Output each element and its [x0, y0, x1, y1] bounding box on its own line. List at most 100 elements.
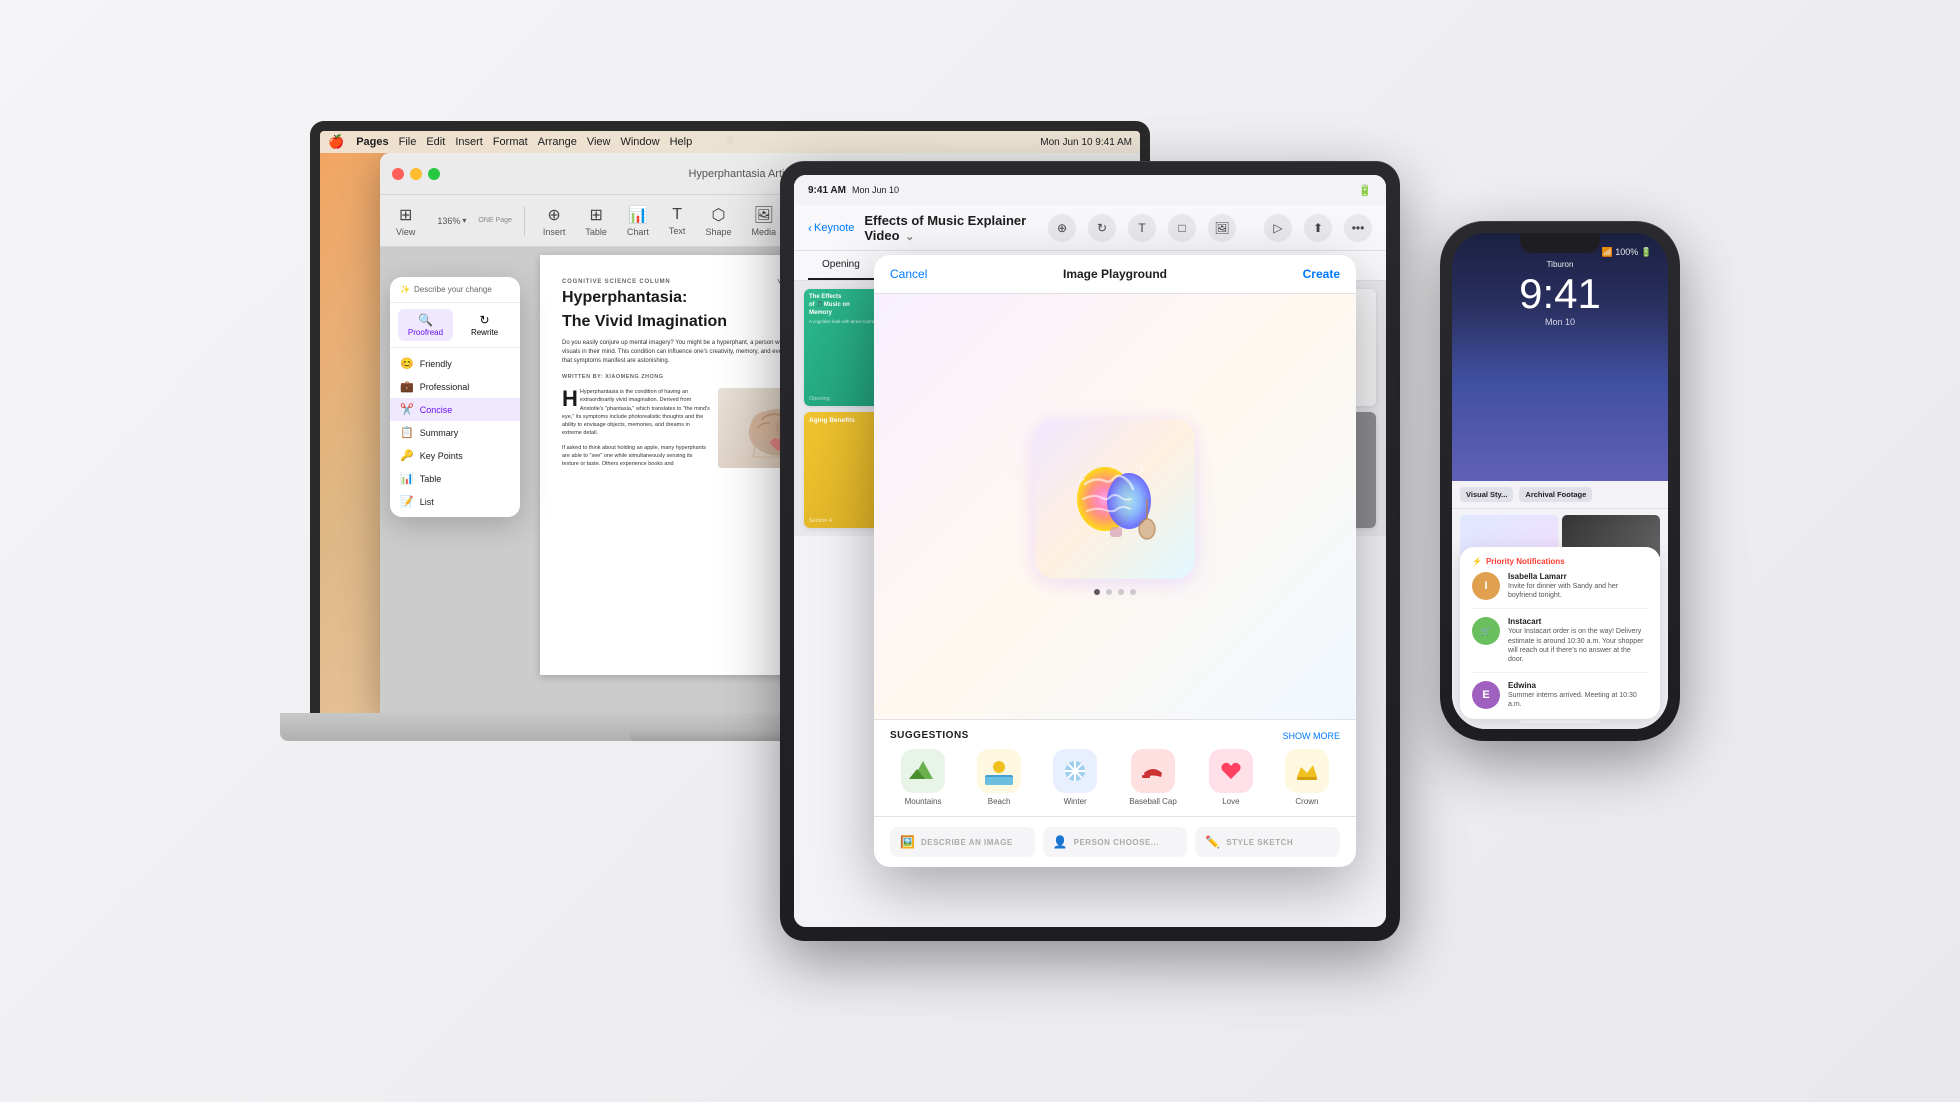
professional-icon: 💼: [400, 380, 414, 393]
shape-icon: ⬡: [711, 205, 725, 225]
iphone-time: 9:41: [1452, 273, 1668, 315]
ai-option-professional[interactable]: 💼 Professional: [390, 375, 520, 398]
nav-icon-4[interactable]: □: [1168, 214, 1196, 242]
nav-icon-play[interactable]: ▷: [1264, 214, 1292, 242]
toolbar-table[interactable]: ⊞ Table: [579, 201, 613, 241]
edwina-avatar: E: [1472, 681, 1500, 709]
view-label: View: [396, 227, 415, 237]
suggestion-baseball[interactable]: Baseball Cap: [1129, 749, 1177, 806]
isabella-text: Invite for dinner with Sandy and her boy…: [1508, 582, 1648, 600]
visual-style-tab[interactable]: Visual Sty...: [1460, 487, 1513, 502]
back-label: Keynote: [814, 222, 854, 234]
svg-text:♪: ♪: [1137, 461, 1145, 478]
menu-help[interactable]: Help: [670, 136, 693, 148]
nav-icon-5[interactable]: 🖼: [1208, 214, 1236, 242]
ipad-back-button[interactable]: ‹ Keynote: [808, 221, 854, 235]
suggestion-mountains[interactable]: Mountains: [901, 749, 945, 806]
menu-arrange[interactable]: Arrange: [538, 136, 577, 148]
chevron-down-icon: ▾: [462, 216, 466, 225]
nav-icon-1[interactable]: ⊕: [1048, 214, 1076, 242]
ai-tabs: 🔍 Proofread ↻ Rewrite: [390, 303, 520, 348]
tab-proofread[interactable]: 🔍 Proofread: [398, 309, 453, 341]
nav-icon-2[interactable]: ↻: [1088, 214, 1116, 242]
rewrite-icon: ↻: [457, 313, 512, 327]
style-field[interactable]: ✏️ STYLE SKETCH: [1195, 827, 1340, 857]
text-icon: T: [672, 206, 682, 224]
ipad-nav: ‹ Keynote Effects of Music Explainer Vid…: [794, 205, 1386, 251]
suggestion-beach[interactable]: Beach: [977, 749, 1021, 806]
section-tab-opening[interactable]: Opening: [808, 251, 874, 280]
menu-pages[interactable]: Pages: [356, 136, 388, 148]
insert-icon: ⊕: [547, 205, 560, 225]
person-field[interactable]: 👤 PERSON CHOOSE...: [1043, 827, 1188, 857]
priority-label: Priority Notifications: [1486, 557, 1565, 566]
cancel-button[interactable]: Cancel: [890, 267, 927, 281]
ai-option-friendly[interactable]: 😊 Friendly: [390, 352, 520, 375]
macos-menubar: 🍎 Pages File Edit Insert Format Arrange …: [320, 131, 1140, 153]
menu-view[interactable]: View: [587, 136, 611, 148]
modal-title: Image Playground: [1063, 267, 1167, 281]
battery-status: 📶 100% 🔋: [1602, 247, 1652, 258]
nav-icon-3[interactable]: T: [1128, 214, 1156, 242]
toolbar-insert[interactable]: ⊕ Insert: [537, 201, 572, 241]
toolbar-divider-1: [524, 206, 525, 236]
close-button[interactable]: [392, 168, 404, 180]
list-icon: 📝: [400, 495, 414, 508]
priority-notifications: ⚡ Priority Notifications I Isabella Lama…: [1460, 547, 1660, 719]
ai-option-keypoints[interactable]: 🔑 Key Points: [390, 444, 520, 467]
nav-icon-share[interactable]: ⬆: [1304, 214, 1332, 242]
toolbar-media[interactable]: 🖼 Media: [745, 201, 782, 241]
notif-item-instacart[interactable]: 🛒 Instacart Your Instacart order is on t…: [1472, 617, 1648, 672]
nav-icon-more[interactable]: •••: [1344, 214, 1372, 242]
ai-option-concise[interactable]: ✂️ Concise: [390, 398, 520, 421]
home-indicator[interactable]: [1520, 720, 1600, 723]
sparkle-icon: ✨: [400, 285, 410, 294]
menu-edit[interactable]: Edit: [426, 136, 445, 148]
minimize-button[interactable]: [410, 168, 422, 180]
chevron-left-icon: ‹: [808, 221, 812, 235]
priority-header: ⚡ Priority Notifications: [1472, 557, 1648, 566]
ai-writing-panel: ✨ Describe your change 🔍 Proofread: [390, 277, 520, 517]
zoom-value: 136%: [437, 216, 460, 226]
list-label: List: [420, 497, 434, 507]
beach-label: Beach: [988, 797, 1011, 806]
maximize-button[interactable]: [428, 168, 440, 180]
toolbar-view[interactable]: ⊞ View: [390, 201, 421, 241]
window-controls: [392, 168, 440, 180]
menu-insert[interactable]: Insert: [455, 136, 483, 148]
modal-suggestions: SUGGESTIONS SHOW MORE: [874, 719, 1356, 816]
generated-brain-image: ♪ ♫: [1035, 419, 1195, 579]
toolbar-chart[interactable]: 📊 Chart: [621, 201, 655, 241]
toolbar-text[interactable]: T Text: [663, 202, 692, 240]
tab-rewrite[interactable]: ↻ Rewrite: [457, 309, 512, 341]
notif-item-isabella[interactable]: I Isabella Lamarr Invite for dinner with…: [1472, 572, 1648, 609]
suggestion-winter[interactable]: Winter: [1053, 749, 1097, 806]
notif-item-edwina[interactable]: E Edwina Summer interns arrived. Meeting…: [1472, 681, 1648, 709]
ai-option-list[interactable]: 📝 List: [390, 490, 520, 513]
table-icon: ⊞: [589, 205, 602, 225]
ai-option-summary[interactable]: 📋 Summary: [390, 421, 520, 444]
nav-chevron: ⌄: [905, 231, 914, 243]
menu-format[interactable]: Format: [493, 136, 528, 148]
slide-4-label: Section 4: [809, 518, 832, 524]
iphone-lockscreen: 📶 100% 🔋 Tiburon 9:41 Mon 10: [1452, 233, 1668, 481]
menu-file[interactable]: File: [399, 136, 417, 148]
describe-image-field[interactable]: 🖼️ DESCRIBE AN IMAGE: [890, 827, 1035, 857]
suggestion-love[interactable]: Love: [1209, 749, 1253, 806]
ipad-nav-icons: ⊕ ↻ T □ 🖼 ▷ ⬆ •••: [1048, 214, 1372, 242]
suggestion-crown[interactable]: Crown: [1285, 749, 1329, 806]
media-icon: 🖼: [754, 205, 774, 225]
archival-tab[interactable]: Archival Footage: [1519, 487, 1592, 502]
menubar-right: Mon Jun 10 9:41 AM: [1040, 137, 1132, 148]
professional-label: Professional: [420, 382, 470, 392]
apple-menu[interactable]: 🍎: [328, 134, 344, 150]
toolbar-shape[interactable]: ⬡ Shape: [699, 201, 737, 241]
dot-3: [1118, 589, 1124, 595]
show-more-button[interactable]: SHOW MORE: [1283, 731, 1341, 741]
iphone-body: 📶 100% 🔋 Tiburon 9:41 Mon 10 Visual Sty.…: [1440, 221, 1680, 741]
menu-window[interactable]: Window: [620, 136, 659, 148]
create-button[interactable]: Create: [1303, 267, 1340, 281]
ai-option-table[interactable]: 📊 Table: [390, 467, 520, 490]
zoom-control[interactable]: 136% ▾: [437, 216, 466, 226]
menubar-datetime: Mon Jun 10 9:41 AM: [1040, 137, 1132, 148]
